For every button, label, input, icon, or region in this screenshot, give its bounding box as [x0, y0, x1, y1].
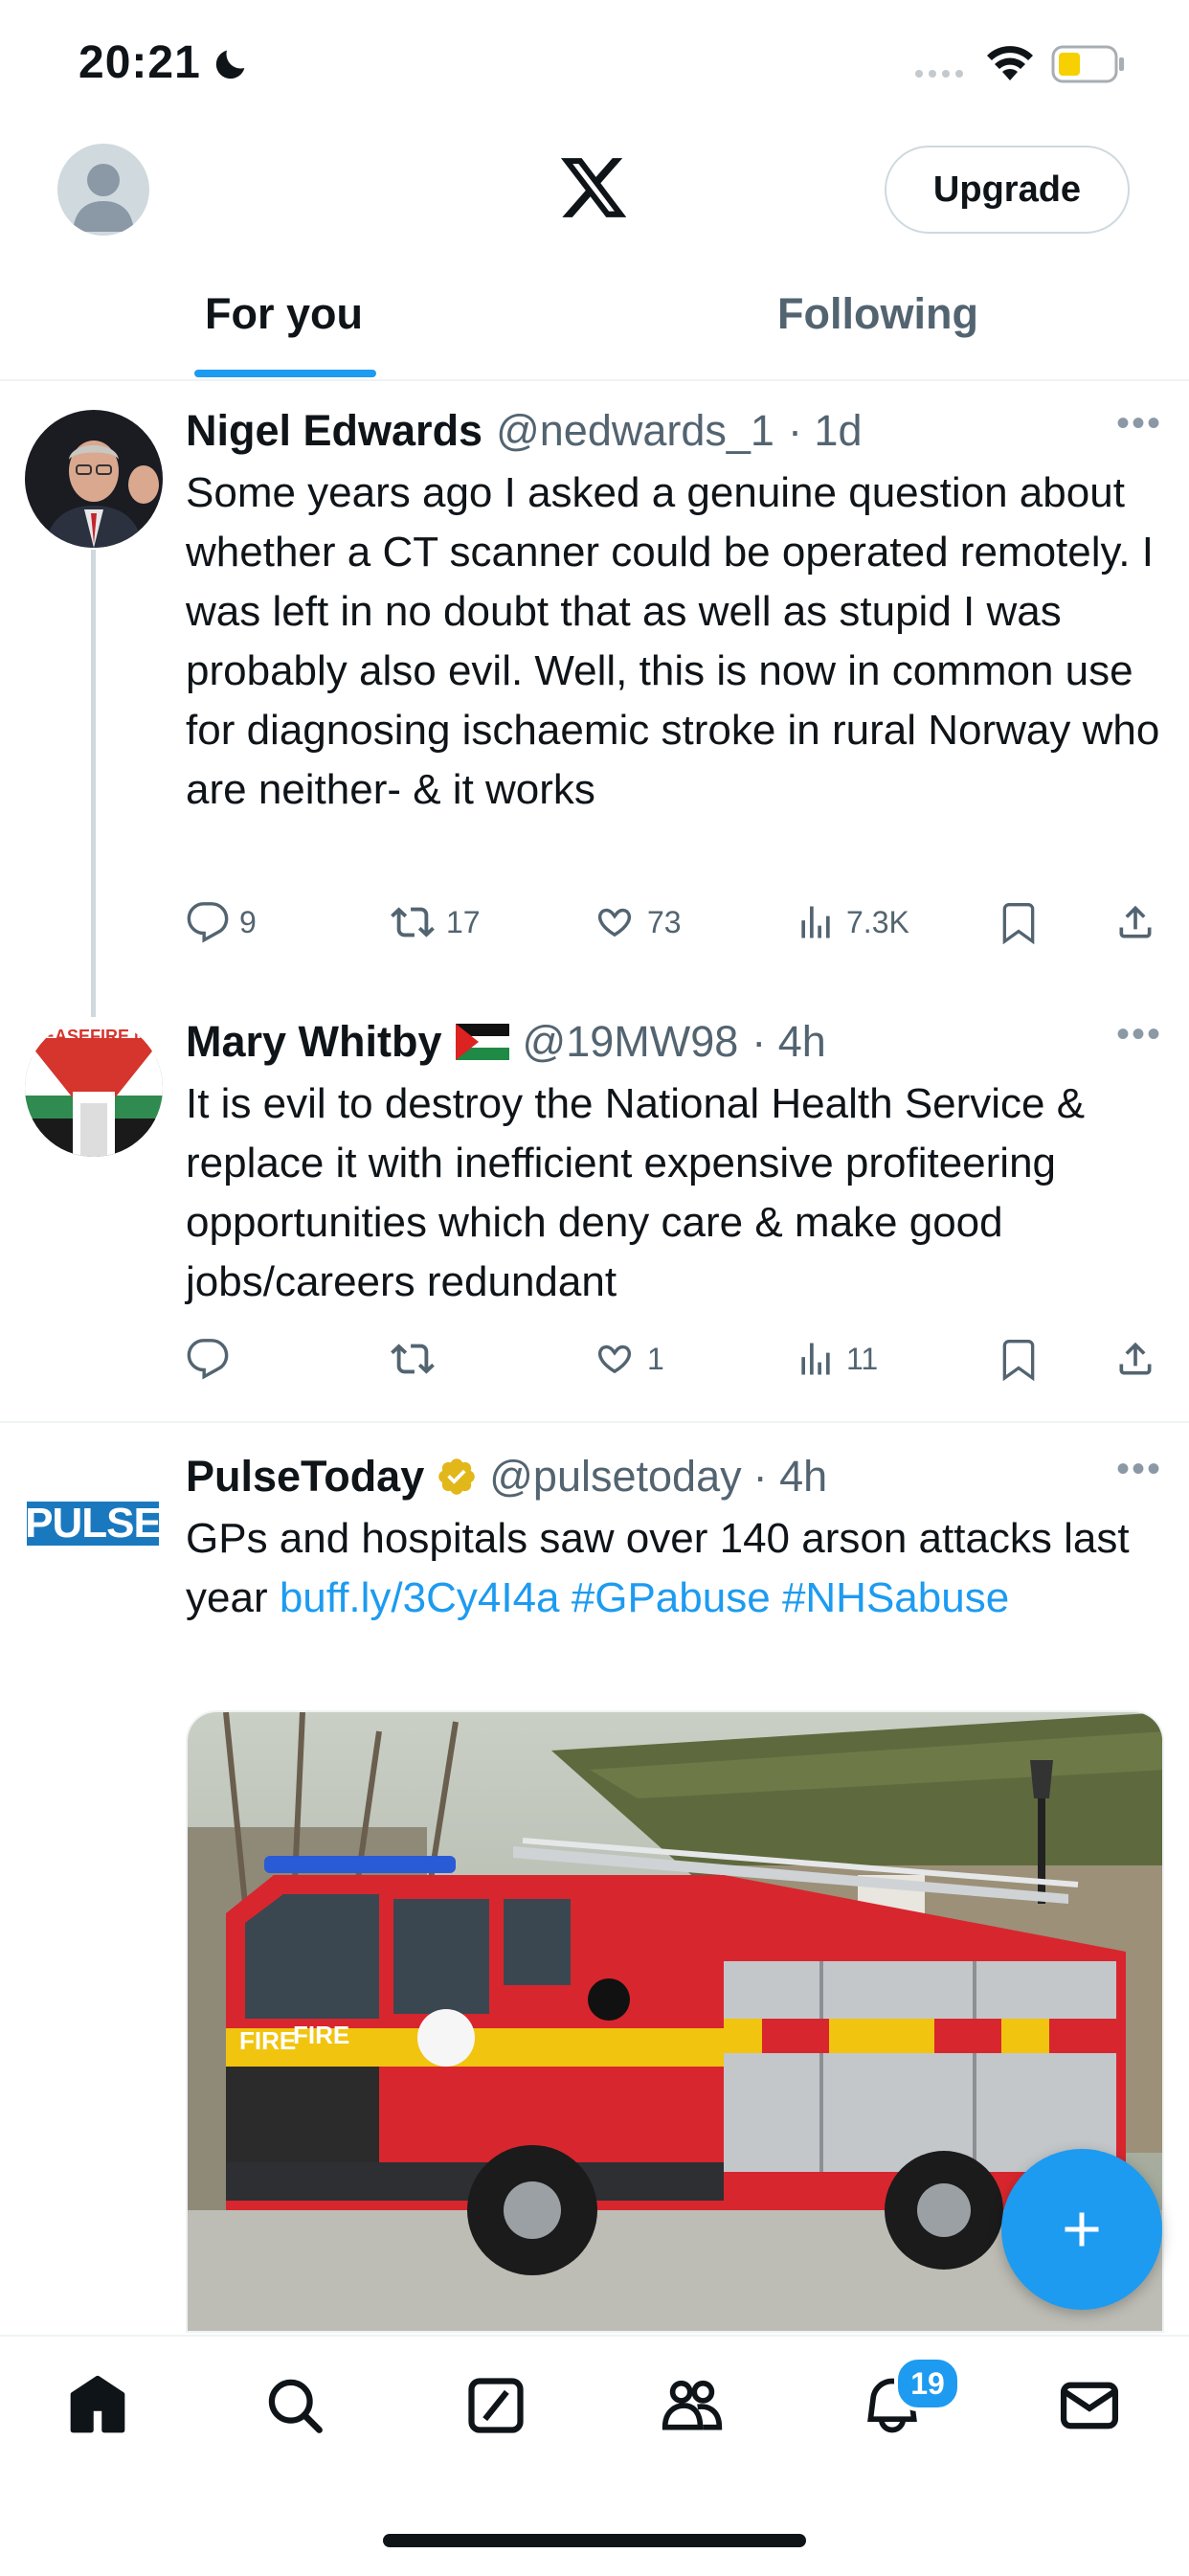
bookmark-button[interactable]: [998, 1337, 1055, 1381]
tweet-header: PulseToday @pulsetoday · 4h: [186, 1452, 827, 1502]
home-icon[interactable]: [65, 2373, 130, 2438]
reply-count: 9: [239, 904, 257, 939]
more-icon[interactable]: •••: [1116, 402, 1162, 445]
signal-icon: [915, 70, 963, 78]
bookmark-icon: [1002, 1340, 1035, 1381]
hashtag-link[interactable]: #GPabuse: [572, 1574, 771, 1621]
wifi-icon: [987, 46, 1033, 80]
like-icon: [597, 908, 632, 938]
verified-icon: [438, 1458, 476, 1495]
views-button[interactable]: 7.3K: [795, 900, 938, 944]
display-name[interactable]: PulseToday: [186, 1452, 424, 1502]
status-time: 20:21: [79, 37, 201, 88]
share-button[interactable]: [1114, 1337, 1162, 1381]
views-button[interactable]: 11: [795, 1337, 938, 1381]
like-icon: [597, 1344, 632, 1374]
share-icon: [1119, 1342, 1152, 1375]
header-divider: [0, 379, 1189, 381]
avatar[interactable]: [25, 410, 163, 548]
bookmark-button[interactable]: [998, 900, 1055, 944]
like-button[interactable]: 1: [592, 1337, 735, 1381]
views-icon: [801, 906, 830, 938]
views-count: 11: [846, 1341, 879, 1376]
compose-button[interactable]: [1001, 2149, 1162, 2310]
reply-icon: [187, 1339, 229, 1380]
notification-badge: 19: [894, 2356, 961, 2411]
tab-selected-indicator: [194, 370, 376, 377]
retweet-button[interactable]: [389, 1337, 532, 1381]
user-handle[interactable]: @nedwards_1: [496, 406, 774, 456]
like-button[interactable]: 73: [592, 900, 735, 944]
thread-line: [91, 550, 96, 1017]
profile-avatar[interactable]: [57, 144, 149, 236]
tweet-time[interactable]: · 4h: [753, 1452, 828, 1502]
moon-icon: [215, 50, 245, 79]
tweet-header: Mary Whitby @19MW98 · 4h: [186, 1017, 826, 1067]
more-icon[interactable]: •••: [1116, 1013, 1162, 1056]
tab-following[interactable]: Following: [777, 289, 978, 339]
tweet-text: GPs and hospitals saw over 140 arson att…: [186, 1509, 1162, 1628]
fire-label: FIRE: [293, 2021, 350, 2049]
views-count: 7.3K: [846, 904, 909, 939]
x-logo-icon[interactable]: [555, 151, 632, 224]
home-indicator: [383, 2534, 806, 2547]
search-icon[interactable]: [262, 2373, 327, 2438]
more-icon[interactable]: •••: [1116, 1448, 1162, 1491]
default-avatar-icon: [73, 164, 134, 232]
avatar[interactable]: PULSE: [25, 1500, 162, 1547]
bookmark-icon: [1002, 903, 1035, 944]
fire-label: FIRE: [239, 2026, 297, 2055]
tweet-link[interactable]: buff.ly/3Cy4I4a: [280, 1574, 560, 1621]
tweet-divider: [0, 1421, 1189, 1423]
reply-icon: [187, 902, 229, 943]
flag-icon: [455, 1024, 509, 1060]
grok-icon[interactable]: [463, 2373, 528, 2438]
share-button[interactable]: [1114, 900, 1162, 944]
tweet-actions: 1 11: [186, 1337, 1162, 1381]
like-count: 73: [647, 904, 682, 939]
compose-plus-icon: [1065, 2212, 1099, 2247]
tweet-header: Nigel Edwards @nedwards_1 · 1d: [186, 406, 862, 456]
tab-for-you[interactable]: For you: [205, 289, 363, 339]
retweet-icon: [391, 907, 435, 938]
display-name[interactable]: Nigel Edwards: [186, 406, 482, 456]
user-handle[interactable]: @pulsetoday: [489, 1452, 741, 1502]
reply-button[interactable]: 9: [186, 900, 329, 944]
retweet-count: 17: [446, 904, 481, 939]
retweet-button[interactable]: 17: [389, 900, 532, 944]
battery-icon: [1051, 45, 1124, 83]
display-name[interactable]: Mary Whitby: [186, 1017, 442, 1067]
hashtag-link[interactable]: #NHSabuse: [782, 1574, 1009, 1621]
tweet-text: It is evil to destroy the National Healt…: [186, 1080, 1086, 1305]
tweet-text: Some years ago I asked a genuine questio…: [186, 469, 1160, 813]
person-photo-icon: [25, 410, 163, 548]
retweet-icon: [391, 1344, 435, 1374]
avatar[interactable]: CEASEFIRE NO: [25, 1019, 163, 1157]
tweet-time[interactable]: · 4h: [752, 1017, 826, 1067]
share-icon: [1119, 905, 1152, 938]
like-count: 1: [647, 1341, 664, 1376]
reply-button[interactable]: [186, 1337, 329, 1381]
upgrade-button[interactable]: Upgrade: [885, 146, 1130, 234]
avatar-text: CEASEFIRE NO: [31, 1027, 161, 1046]
tweet-time[interactable]: · 1d: [788, 406, 863, 456]
views-icon: [801, 1343, 830, 1375]
tweet-actions: 9 17 73 7.3K: [186, 900, 1162, 944]
communities-icon[interactable]: [659, 2373, 726, 2438]
mail-icon[interactable]: [1057, 2373, 1122, 2438]
user-handle[interactable]: @19MW98: [523, 1017, 739, 1067]
